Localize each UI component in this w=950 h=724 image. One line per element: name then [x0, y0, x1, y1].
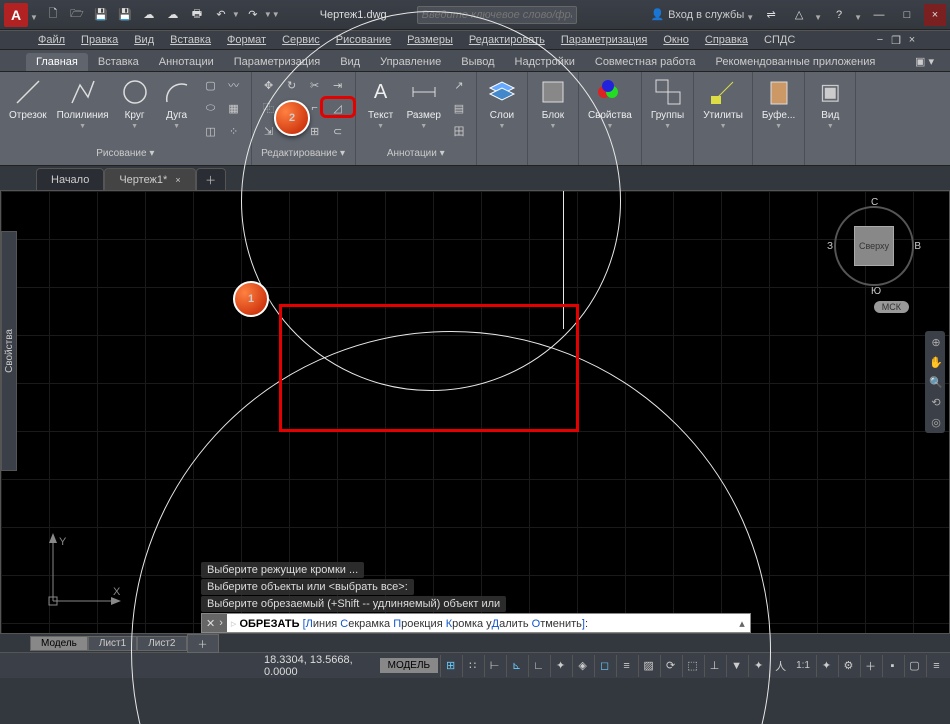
properties-panel-tab[interactable]: Свойства	[1, 231, 17, 471]
ucs-icon: Y X	[41, 523, 131, 613]
doc-restore[interactable]: ❐	[888, 32, 904, 48]
navigation-bar: ⊕ ✋ 🔍 ⟲ ◎	[925, 331, 945, 433]
polyline-button[interactable]: Полилиния▼	[54, 74, 112, 132]
help-icon[interactable]: ?	[828, 4, 850, 26]
menu-insert[interactable]: Вставка	[162, 31, 219, 49]
app-menu-drop[interactable]: ▼	[30, 7, 38, 22]
spline-icon[interactable]: 〰	[223, 74, 245, 96]
close-button[interactable]: ×	[924, 4, 946, 26]
redo-icon[interactable]: ↷	[242, 4, 264, 26]
groups-button[interactable]: Группы▼	[648, 74, 687, 132]
wheel-icon[interactable]: ◎	[927, 413, 945, 431]
tab-collab[interactable]: Совместная работа	[585, 53, 706, 71]
tab-layout1[interactable]: Лист1	[88, 636, 137, 651]
app-logo[interactable]: A	[4, 3, 28, 27]
tab-insert[interactable]: Вставка	[88, 53, 149, 71]
user-icon: 👤	[650, 8, 664, 21]
annomonitor-toggle[interactable]: ＋	[860, 655, 880, 677]
login-services[interactable]: 👤 Вход в службы ▼	[650, 7, 754, 22]
viewcube[interactable]: Сверху С Ю В З	[829, 201, 919, 291]
annotation-scale[interactable]: 1:1	[792, 660, 814, 671]
doc-minimize[interactable]: −	[872, 32, 888, 48]
close-icon[interactable]: ✕	[206, 617, 215, 630]
cleanscreen-toggle[interactable]: ▢	[904, 655, 924, 677]
quick-access-toolbar: 🗋 🗁 💾 💾 ☁ ☁ 🖶 ↶▼ ↷▼ ▼	[42, 4, 280, 26]
customize-status[interactable]: ≡	[926, 655, 946, 677]
rect-icon[interactable]: ▢	[200, 74, 222, 96]
tab-panel-tools[interactable]: ▣ ▾	[905, 52, 944, 71]
circle-button[interactable]: Круг▼	[116, 74, 154, 132]
chevron-icon[interactable]: ›	[219, 617, 223, 629]
group-clipboard: Буфе...▼	[753, 72, 805, 165]
maximize-button[interactable]: □	[896, 4, 918, 26]
selection-rectangle	[279, 304, 579, 432]
cloud-open-icon[interactable]: ☁	[138, 4, 160, 26]
tab-model[interactable]: Модель	[30, 636, 88, 651]
hatch-icon[interactable]: ▦	[223, 97, 245, 119]
close-icon[interactable]: ×	[175, 175, 180, 185]
undo-icon[interactable]: ↶	[210, 4, 232, 26]
tab-annotate[interactable]: Аннотации	[149, 53, 224, 71]
group-draw: Отрезок Полилиния▼ Круг▼ Дуга▼ ▢〰 ⬭▦ ◫⁘ …	[0, 72, 252, 165]
fullnav-icon[interactable]: ⊕	[927, 333, 945, 351]
menu-format[interactable]: Формат	[219, 31, 274, 49]
callout-2: 2	[274, 100, 310, 136]
save-icon[interactable]: 💾	[90, 4, 112, 26]
hwaccel-toggle[interactable]: ▪	[882, 655, 902, 677]
group-groups: Группы▼	[642, 72, 694, 165]
utilities-button[interactable]: Утилиты▼	[700, 74, 746, 132]
menu-edit[interactable]: Правка	[73, 31, 126, 49]
tab-drawing1[interactable]: Чертеж1*×	[104, 168, 195, 190]
menu-parametric[interactable]: Параметризация	[553, 31, 655, 49]
clipboard-button[interactable]: Буфе...▼	[759, 74, 798, 132]
tab-home[interactable]: Главная	[26, 53, 88, 71]
svg-text:Y: Y	[59, 536, 67, 548]
new-icon[interactable]: 🗋	[42, 4, 64, 26]
ws-switch[interactable]: ⚙	[838, 655, 858, 677]
annovisibility-toggle[interactable]: ✦	[816, 655, 836, 677]
menu-window[interactable]: Окно	[655, 31, 697, 49]
menu-file[interactable]: Файл	[30, 31, 73, 49]
arc-button[interactable]: Дуга▼	[158, 74, 196, 132]
tab-featured[interactable]: Рекомендованные приложения	[706, 53, 886, 71]
cmd-history-line: Выберите обрезаемый (+Shift -- удлиняемы…	[201, 596, 506, 612]
line-button[interactable]: Отрезок	[6, 74, 50, 123]
point-icon[interactable]: ⁘	[223, 120, 245, 142]
menu-spds[interactable]: СПДС	[756, 31, 803, 49]
region-icon[interactable]: ◫	[200, 120, 222, 142]
cmd-history-line: Выберите режущие кромки ...	[201, 562, 364, 578]
command-area: Выберите режущие кромки ... Выберите объ…	[201, 562, 751, 633]
new-tab-button[interactable]: ＋	[196, 168, 226, 190]
cmd-history-line: Выберите объекты или <выбрать все>:	[201, 579, 414, 595]
wcs-badge[interactable]: МСК	[874, 301, 909, 313]
exchange-icon[interactable]: ⇌	[760, 4, 782, 26]
drawing-canvas[interactable]: Свойства 1 Y X Сверху С Ю В З МСК ⊕ ✋ 🔍 …	[0, 190, 950, 634]
minimize-button[interactable]: —	[868, 4, 890, 26]
zoom-icon[interactable]: 🔍	[927, 373, 945, 391]
cloud-save-icon[interactable]: ☁	[162, 4, 184, 26]
store-icon[interactable]: △	[788, 4, 810, 26]
qat-customize[interactable]: ▼	[272, 4, 280, 26]
highlight-box	[320, 96, 356, 118]
group-utilities: Утилиты▼	[694, 72, 753, 165]
callout-1: 1	[233, 281, 269, 317]
command-line[interactable]: ✕› ▹ ОБРЕЗАТЬ [Линия Секрамка Проекция К…	[201, 613, 751, 633]
annoscale-toggle[interactable]: 人	[770, 655, 790, 677]
svg-text:X: X	[113, 586, 121, 598]
menu-help[interactable]: Справка	[697, 31, 756, 49]
ellipse-icon[interactable]: ⬭	[200, 97, 222, 119]
group-view: ▣Вид▼	[805, 72, 856, 165]
plot-icon[interactable]: 🖶	[186, 4, 208, 26]
open-icon[interactable]: 🗁	[66, 4, 88, 26]
view-button[interactable]: ▣Вид▼	[811, 74, 849, 132]
saveas-icon[interactable]: 💾	[114, 4, 136, 26]
orbit-icon[interactable]: ⟲	[927, 393, 945, 411]
doc-close[interactable]: ×	[904, 32, 920, 48]
menu-view[interactable]: Вид	[126, 31, 162, 49]
tab-start[interactable]: Начало	[36, 168, 104, 190]
pan-icon[interactable]: ✋	[927, 353, 945, 371]
